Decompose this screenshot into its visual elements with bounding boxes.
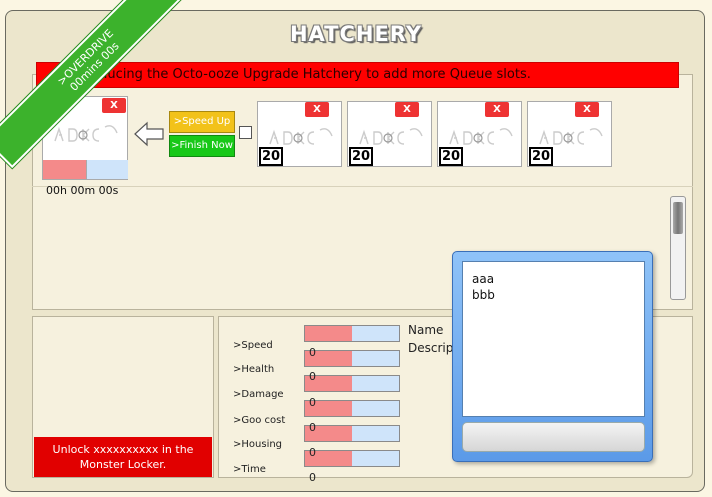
queue-slot[interactable]: X 20 — [437, 101, 522, 167]
queue-slot-close-button[interactable]: X — [575, 102, 599, 117]
queue-divider — [32, 186, 693, 187]
stat-bar-health — [304, 350, 400, 367]
scrollbar-thumb[interactable] — [673, 202, 683, 234]
queue-slot[interactable]: X 20 — [527, 101, 612, 167]
popup-line: bbb — [472, 288, 495, 302]
queue-slot-count: 20 — [349, 147, 373, 166]
finish-now-button[interactable]: >Finish Now — [169, 135, 235, 157]
stat-bar-fill — [305, 326, 352, 341]
stat-label-goo-cost: >Goo cost — [233, 415, 286, 426]
queue-slot-close-button[interactable]: X — [305, 102, 329, 117]
stat-bar-goo-cost — [304, 400, 400, 417]
stat-label-health: >Health — [233, 364, 275, 375]
queue-slot[interactable]: X 20 — [257, 101, 342, 167]
stat-bar-housing — [304, 425, 400, 442]
message-popup: aaa bbb — [452, 251, 653, 462]
active-slot-progress-fill — [43, 160, 86, 179]
stat-label-damage: >Damage — [233, 389, 284, 400]
stat-label-speed: >Speed — [233, 340, 273, 351]
stat-value-speed: 0 — [309, 346, 316, 359]
queue-slot-close-button[interactable]: X — [485, 102, 509, 117]
queue-slot-count: 20 — [439, 147, 463, 166]
stat-bar-damage — [304, 375, 400, 392]
stat-value-housing: 0 — [309, 446, 316, 459]
stat-value-health: 0 — [309, 370, 316, 383]
queue-slot-close-button[interactable]: X — [395, 102, 419, 117]
left-arrow-icon — [134, 121, 164, 147]
hatch-timer: 00h 00m 00s — [46, 184, 119, 197]
upgrade-banner[interactable]: Introducing the Octo-ooze Upgrade Hatche… — [36, 62, 679, 88]
active-slot-close-button[interactable]: X — [102, 98, 126, 113]
stat-bar-speed — [304, 325, 400, 342]
active-slot-progress-remaining — [86, 160, 128, 179]
stat-value-goo-cost: 0 — [309, 421, 316, 434]
popup-text-area: aaa bbb — [462, 261, 645, 417]
popup-button[interactable] — [462, 422, 645, 452]
monster-description: Descrip — [408, 341, 454, 355]
stat-bar-time — [304, 450, 400, 467]
stat-label-housing: >Housing — [233, 439, 283, 450]
queue-slot-count: 20 — [529, 147, 553, 166]
monster-list-scrollbar[interactable] — [670, 196, 686, 300]
queue-checkbox[interactable] — [239, 126, 252, 139]
unlock-notice: Unlock xxxxxxxxxx in the Monster Locker. — [34, 437, 212, 477]
queue-slot[interactable]: X 20 — [347, 101, 432, 167]
popup-line: aaa — [472, 272, 495, 286]
stat-value-time: 0 — [309, 471, 316, 484]
speed-up-button[interactable]: >Speed Up — [169, 111, 235, 133]
stat-label-time: >Time — [233, 464, 266, 475]
monster-name: Name — [408, 323, 444, 337]
queue-slot-count: 20 — [259, 147, 283, 166]
stat-value-damage: 0 — [309, 396, 316, 409]
